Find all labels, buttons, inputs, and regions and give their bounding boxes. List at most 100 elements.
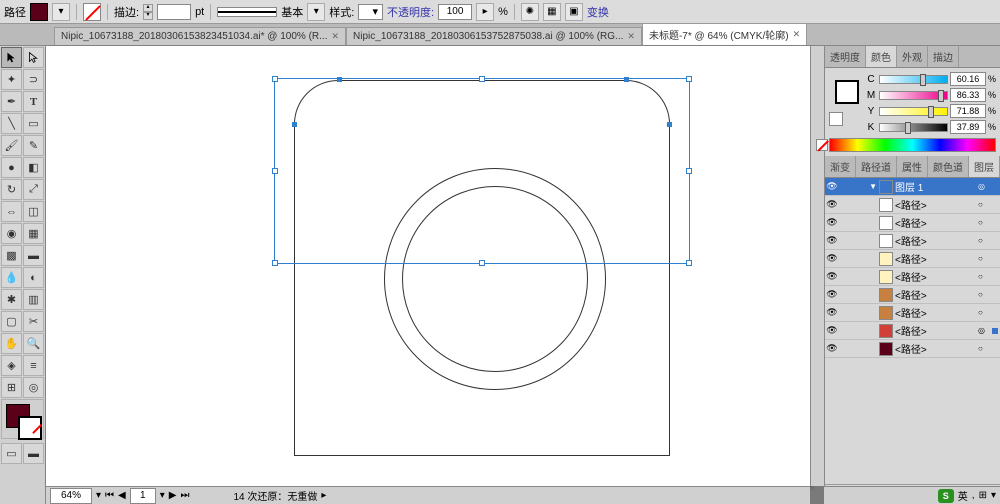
misc-tool-2[interactable]: ◎ bbox=[23, 377, 44, 398]
visibility-icon[interactable]: 👁 bbox=[825, 289, 839, 300]
selection-tool[interactable] bbox=[1, 47, 22, 68]
layer-row[interactable]: 👁▼图层 1◎ bbox=[825, 178, 1000, 196]
m-input[interactable] bbox=[950, 88, 986, 102]
k-slider[interactable] bbox=[879, 123, 948, 132]
layer-row[interactable]: 👁<路径>○ bbox=[825, 250, 1000, 268]
layer-row[interactable]: 👁<路径>○ bbox=[825, 196, 1000, 214]
rectangle-tool[interactable]: ▭ bbox=[23, 113, 44, 134]
tab-transparency[interactable]: 透明度 bbox=[825, 46, 866, 67]
handle[interactable] bbox=[479, 260, 485, 266]
visibility-icon[interactable]: 👁 bbox=[825, 271, 839, 282]
rotate-tool[interactable]: ↻ bbox=[1, 179, 22, 200]
zoom-input[interactable] bbox=[50, 488, 92, 504]
fill-dropdown[interactable]: ▾ bbox=[52, 3, 70, 21]
line-tool[interactable]: ╲ bbox=[1, 113, 22, 134]
visibility-icon[interactable]: 👁 bbox=[825, 235, 839, 246]
c-slider[interactable] bbox=[879, 75, 948, 84]
y-input[interactable] bbox=[950, 104, 986, 118]
close-icon[interactable]: ✕ bbox=[627, 31, 635, 42]
tab-doc-2[interactable]: Nipic_10673188_20180306153752875038.ai @… bbox=[346, 27, 642, 45]
pencil-tool[interactable]: ✎ bbox=[23, 135, 44, 156]
target-icon[interactable]: ○ bbox=[978, 200, 990, 209]
anchor-point[interactable] bbox=[337, 77, 342, 82]
ime-badge[interactable]: S bbox=[938, 489, 954, 503]
free-transform-tool[interactable]: ◫ bbox=[23, 201, 44, 222]
tab-color[interactable]: 颜色 bbox=[866, 46, 897, 67]
perspective-tool[interactable]: ▦ bbox=[23, 223, 44, 244]
tab-stroke[interactable]: 描边 bbox=[928, 46, 959, 67]
none-swatch[interactable] bbox=[829, 112, 843, 126]
type-tool[interactable]: T bbox=[23, 91, 44, 112]
handle[interactable] bbox=[272, 168, 278, 174]
target-icon[interactable]: ○ bbox=[978, 236, 990, 245]
zoom-dropdown-icon[interactable]: ▾ bbox=[96, 490, 101, 501]
screen-mode-2[interactable]: ▬ bbox=[23, 443, 44, 464]
graph-tool[interactable]: ▥ bbox=[23, 289, 44, 310]
blend-tool[interactable]: ◐ bbox=[23, 267, 44, 288]
transform-link[interactable]: 变换 bbox=[587, 4, 609, 20]
close-icon[interactable]: ✕ bbox=[793, 29, 801, 40]
direct-selection-tool[interactable] bbox=[23, 47, 44, 68]
nav-next-icon[interactable]: ▶ bbox=[169, 490, 177, 501]
isolate-icon[interactable]: ▣ bbox=[565, 3, 583, 21]
handle[interactable] bbox=[479, 76, 485, 82]
fill-swatch[interactable] bbox=[30, 3, 48, 21]
tab-gradient[interactable]: 渐变 bbox=[825, 156, 856, 177]
anchor-point[interactable] bbox=[667, 122, 672, 127]
page-dropdown-icon[interactable]: ▾ bbox=[160, 490, 165, 501]
handle[interactable] bbox=[686, 76, 692, 82]
stroke-spinner[interactable]: ▴▾ bbox=[143, 4, 153, 20]
layer-row[interactable]: 👁<路径>○ bbox=[825, 340, 1000, 358]
handle[interactable] bbox=[686, 260, 692, 266]
tab-doc-1[interactable]: Nipic_10673188_20180306153823451034.ai* … bbox=[54, 27, 346, 45]
tab-doc-3[interactable]: 未标题-7* @ 64% (CMYK/轮廓)✕ bbox=[642, 23, 807, 45]
screen-mode-1[interactable]: ▭ bbox=[1, 443, 22, 464]
layer-row[interactable]: 👁<路径>○ bbox=[825, 268, 1000, 286]
ime-lang[interactable]: 英 bbox=[958, 488, 968, 503]
target-icon[interactable]: ○ bbox=[978, 272, 990, 281]
visibility-icon[interactable]: 👁 bbox=[825, 307, 839, 318]
target-icon[interactable]: ○ bbox=[978, 218, 990, 227]
width-tool[interactable]: ⇔ bbox=[1, 201, 22, 222]
eraser-tool[interactable]: ◧ bbox=[23, 157, 44, 178]
layer-row[interactable]: 👁<路径>○ bbox=[825, 304, 1000, 322]
target-icon[interactable]: ○ bbox=[978, 344, 990, 353]
slice-tool[interactable]: ✂ bbox=[23, 311, 44, 332]
target-icon[interactable]: ○ bbox=[978, 290, 990, 299]
symbol-spray-tool[interactable]: ✱ bbox=[1, 289, 22, 310]
tab-swatches[interactable]: 颜色道 bbox=[928, 156, 969, 177]
misc-tool-1[interactable]: ⊞ bbox=[1, 377, 22, 398]
visibility-icon[interactable]: 👁 bbox=[825, 343, 839, 354]
tab-layers[interactable]: 图层 bbox=[969, 156, 1000, 177]
close-icon[interactable]: ✕ bbox=[331, 31, 339, 42]
anchor-point[interactable] bbox=[624, 77, 629, 82]
zoom-tool[interactable]: 🔍 bbox=[23, 333, 44, 354]
recolor-icon[interactable]: ✺ bbox=[521, 3, 539, 21]
opacity-input[interactable] bbox=[438, 4, 472, 20]
anchor-point[interactable] bbox=[292, 122, 297, 127]
target-icon[interactable]: ○ bbox=[978, 254, 990, 263]
print-tool[interactable]: ◈ bbox=[1, 355, 22, 376]
artboard-tool[interactable]: ▢ bbox=[1, 311, 22, 332]
target-icon[interactable]: ◎ bbox=[978, 182, 990, 191]
artboard[interactable] bbox=[46, 46, 810, 486]
k-input[interactable] bbox=[950, 120, 986, 134]
scale-tool[interactable]: ⤢ bbox=[23, 179, 44, 200]
visibility-icon[interactable]: 👁 bbox=[825, 199, 839, 210]
visibility-icon[interactable]: 👁 bbox=[825, 181, 839, 192]
layer-row[interactable]: 👁<路径>○ bbox=[825, 214, 1000, 232]
color-tools[interactable] bbox=[1, 399, 44, 439]
align-icon[interactable]: ▦ bbox=[543, 3, 561, 21]
mesh-tool[interactable]: ▩ bbox=[1, 245, 22, 266]
shape-builder-tool[interactable]: ◉ bbox=[1, 223, 22, 244]
target-icon[interactable]: ○ bbox=[978, 308, 990, 317]
y-slider[interactable] bbox=[879, 107, 948, 116]
magic-wand-tool[interactable]: ✦ bbox=[1, 69, 22, 90]
pen-tool[interactable]: ✒ bbox=[1, 91, 22, 112]
tab-pathfinder[interactable]: 路径道 bbox=[856, 156, 897, 177]
opacity-stepper[interactable]: ▸ bbox=[476, 3, 494, 21]
spectrum-bar[interactable] bbox=[829, 138, 996, 152]
stroke-width-input[interactable] bbox=[157, 4, 191, 20]
no-fill-icon[interactable] bbox=[83, 3, 101, 21]
lasso-tool[interactable]: ⊃ bbox=[23, 69, 44, 90]
